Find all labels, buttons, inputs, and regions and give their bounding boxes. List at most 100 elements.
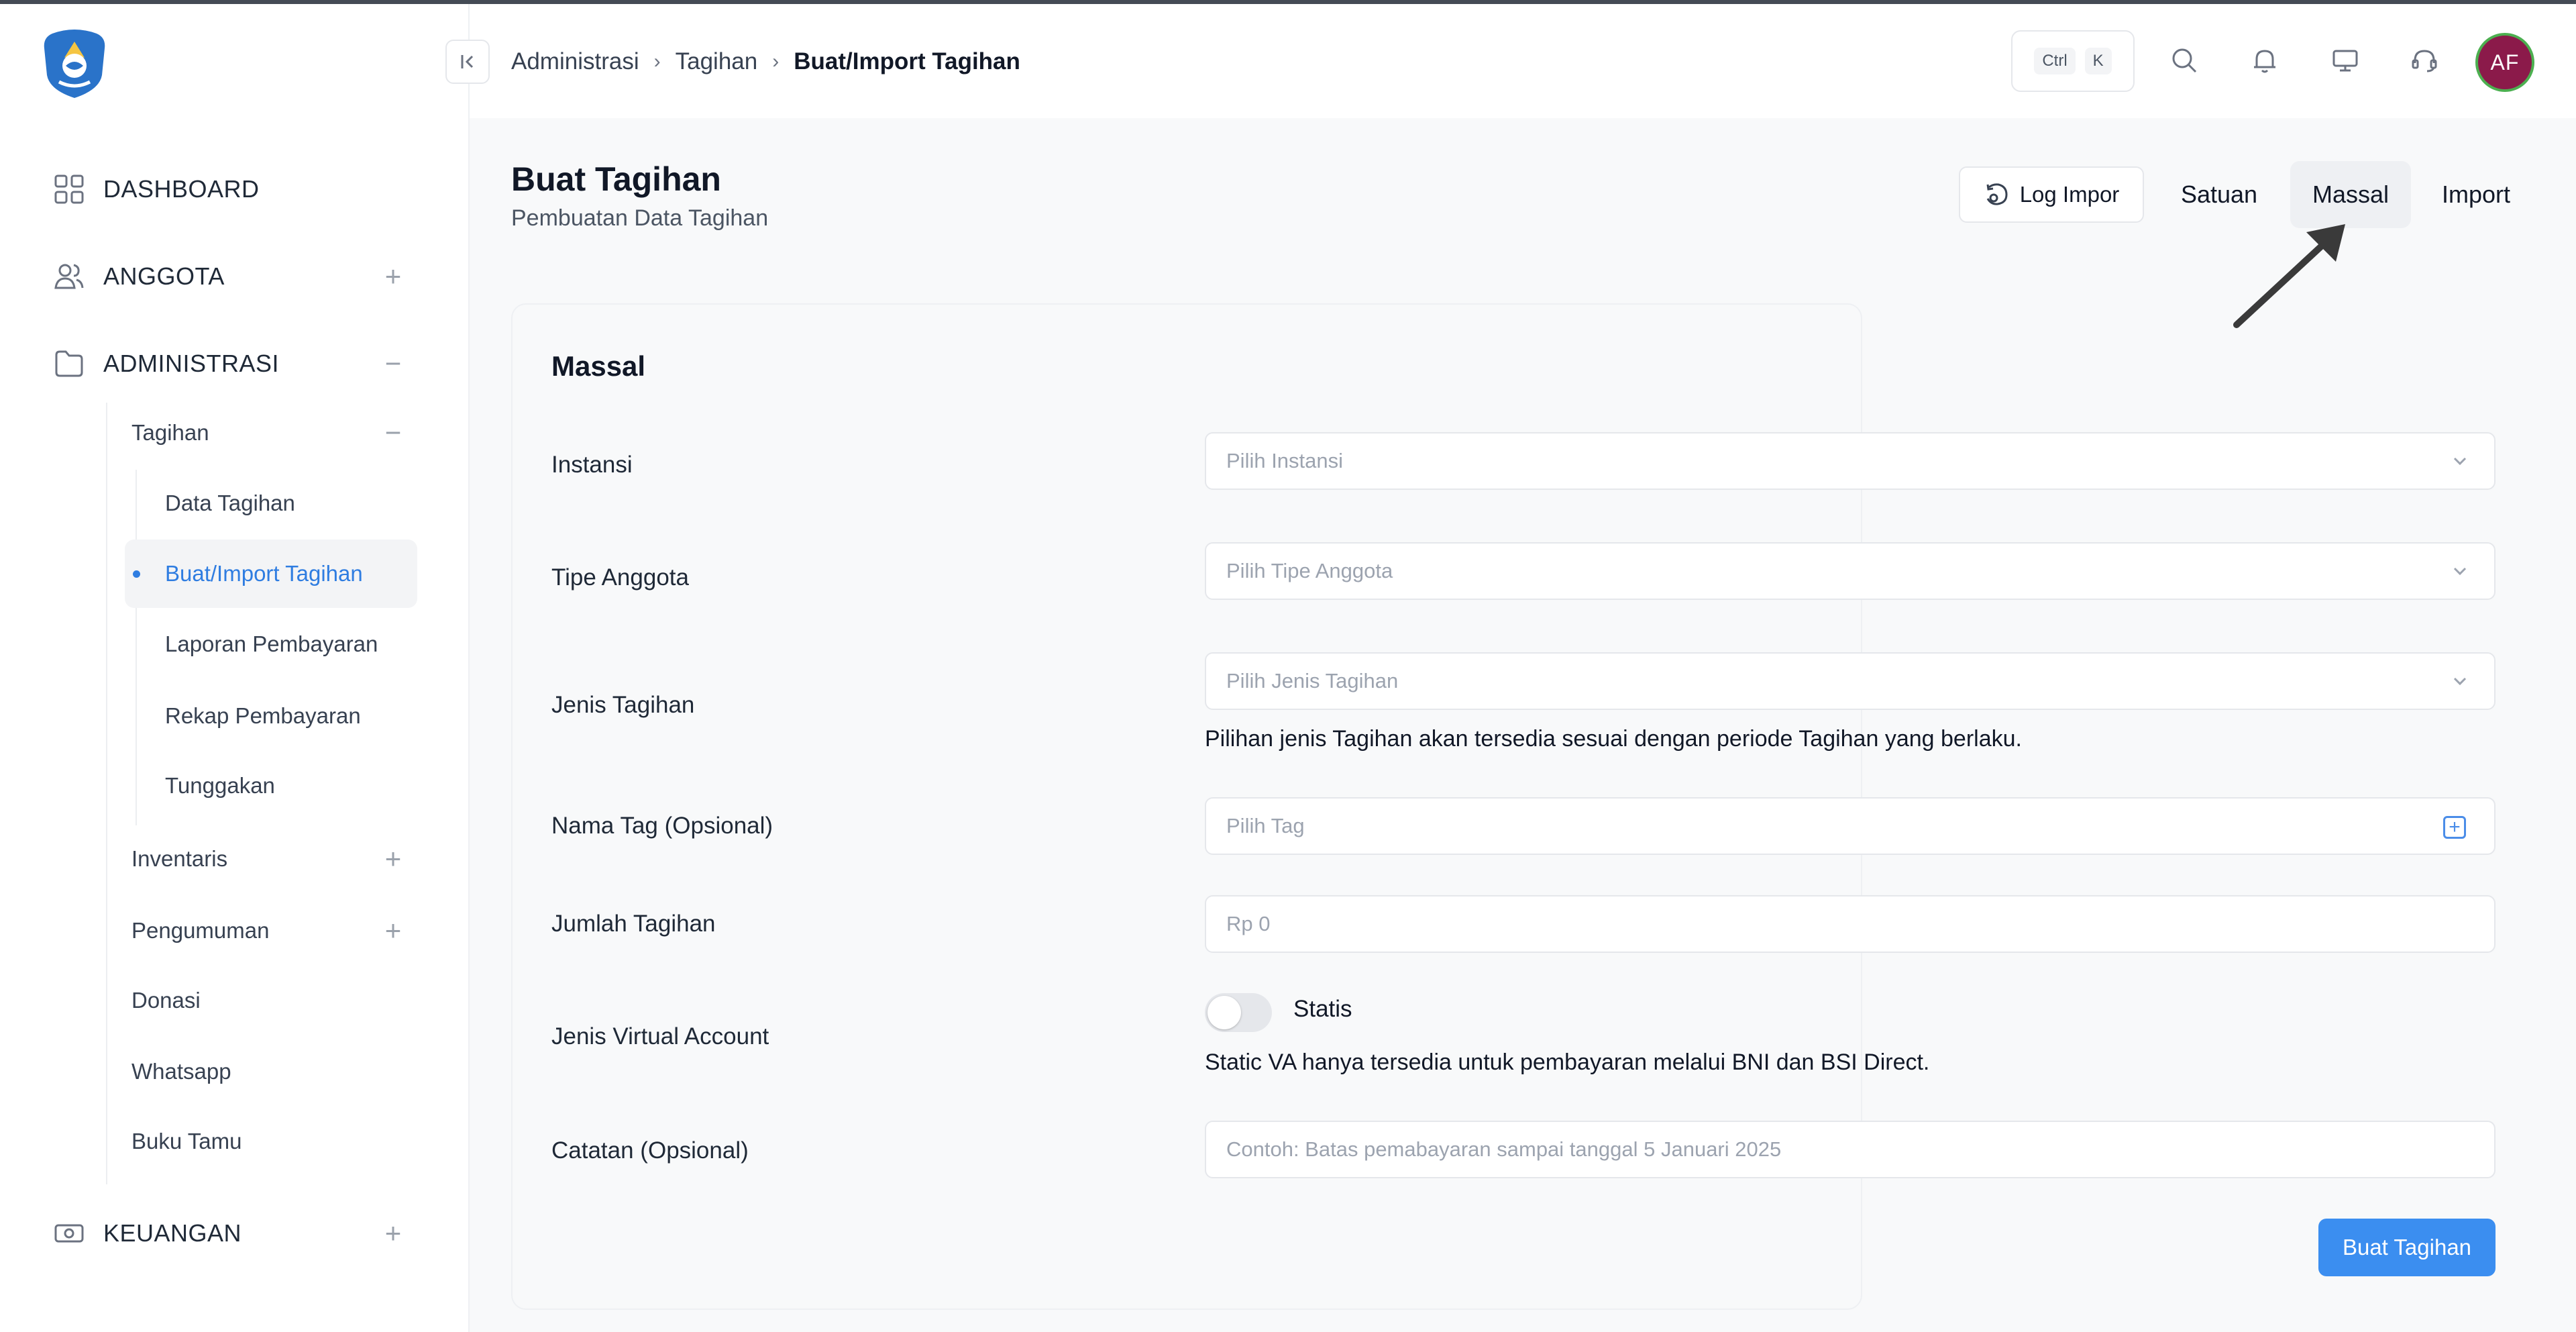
sidebar-item-label: ADMINISTRASI [103, 350, 280, 377]
sidebar-item-label: Inventaris [131, 846, 228, 871]
breadcrumb-tagihan[interactable]: Tagihan [676, 48, 758, 75]
sidebar-item-buat-import-tagihan[interactable]: Buat/Import Tagihan [165, 557, 363, 591]
instansi-select[interactable]: Pilih Instansi [1205, 432, 2496, 490]
command-search-shortcut[interactable]: Ctrl K [2011, 30, 2135, 92]
sidebar-item-label: Whatsapp [131, 1059, 231, 1084]
instansi-placeholder: Pilih Instansi [1226, 449, 1344, 472]
sidebar-item-administrasi[interactable]: ADMINISTRASI [52, 344, 279, 384]
catatan-input[interactable]: Contoh: Batas pemabayaran sampai tanggal… [1205, 1121, 2496, 1178]
sidebar-item-label: KEUANGAN [103, 1219, 242, 1247]
sidebar-item-buku-tamu[interactable]: Buku Tamu [131, 1125, 241, 1158]
page-title: Buat Tagihan [511, 160, 721, 198]
add-tag-icon[interactable]: + [2443, 816, 2466, 839]
sidebar-item-label: Tunggakan [165, 773, 275, 798]
tab-label: Import [2441, 181, 2511, 208]
log-impor-button[interactable]: Log Impor [1959, 166, 2144, 223]
tipe-anggota-select[interactable]: Pilih Tipe Anggota [1205, 542, 2496, 600]
form-title: Massal [551, 350, 646, 382]
sidebar-item-anggota[interactable]: ANGGOTA [52, 256, 225, 297]
collapse-sidebar-button[interactable] [445, 40, 490, 84]
users-icon [52, 260, 86, 293]
log-impor-label: Log Impor [2019, 182, 2120, 207]
collapse-tagihan-icon[interactable]: − [380, 417, 407, 448]
tab-label: Massal [2312, 181, 2390, 208]
sidebar-item-label: Pengumuman [131, 918, 270, 943]
sidebar-item-data-tagihan[interactable]: Data Tagihan [165, 486, 295, 520]
chevron-down-icon [2453, 457, 2467, 466]
sidebar-item-inventaris[interactable]: Inventaris [131, 842, 227, 876]
catatan-placeholder: Contoh: Batas pemabayaran sampai tanggal… [1226, 1137, 1782, 1161]
search-icon[interactable] [2165, 42, 2203, 79]
kbd-k: K [2084, 48, 2112, 74]
sidebar-item-label: Laporan Pembayaran [165, 631, 378, 656]
expand-pengumuman-icon[interactable]: + [380, 915, 407, 946]
collapse-administrasi-icon[interactable]: − [380, 348, 407, 379]
user-avatar[interactable]: AF [2475, 33, 2534, 92]
sidebar-item-rekap-pembayaran[interactable]: Rekap Pembayaran [165, 699, 361, 733]
jenis-tagihan-select[interactable]: Pilih Jenis Tagihan [1205, 652, 2496, 710]
jenis-tagihan-helper: Pilihan jenis Tagihan akan tersedia sesu… [1205, 726, 2022, 752]
sidebar-item-label: Data Tagihan [165, 491, 295, 515]
sidebar-item-label: DASHBOARD [103, 175, 260, 203]
jumlah-tagihan-input[interactable]: Rp 0 [1205, 895, 2496, 953]
nama-tag-select[interactable]: Pilih Tag + [1205, 797, 2496, 855]
sidebar-item-label: Buku Tamu [131, 1129, 242, 1154]
tab-import[interactable]: Import [2427, 161, 2525, 228]
monitor-icon[interactable] [2326, 42, 2364, 79]
sidebar-item-tagihan[interactable]: Tagihan [131, 416, 209, 450]
sidebar-item-tunggakan[interactable]: Tunggakan [165, 769, 275, 803]
sidebar-item-label: Tagihan [131, 420, 209, 445]
jumlah-tagihan-label: Jumlah Tagihan [551, 911, 716, 937]
sidebar-item-label: Rekap Pembayaran [165, 703, 361, 728]
jenis-tagihan-placeholder: Pilih Jenis Tagihan [1226, 669, 1399, 693]
tree-guide-line [106, 403, 107, 1184]
sidebar-item-label: ANGGOTA [103, 262, 225, 290]
folder-icon [52, 347, 86, 380]
virtual-account-label: Jenis Virtual Account [551, 1023, 769, 1049]
tree-guide-line [136, 470, 137, 825]
jenis-tagihan-label: Jenis Tagihan [551, 692, 695, 718]
expand-inventaris-icon[interactable]: + [380, 843, 407, 874]
sidebar-item-keuangan[interactable]: KEUANGAN [52, 1213, 241, 1253]
sidebar-item-laporan-pembayaran[interactable]: Laporan Pembayaran [165, 627, 378, 661]
chevron-down-icon [2453, 677, 2467, 686]
grid-icon [52, 172, 86, 206]
breadcrumb-current: Buat/Import Tagihan [794, 48, 1020, 74]
chevron-right-icon: › [653, 50, 661, 72]
headset-icon[interactable] [2406, 42, 2443, 79]
page-subtitle: Pembuatan Data Tagihan [511, 205, 769, 231]
tipe-anggota-label: Tipe Anggota [551, 564, 689, 591]
instansi-label: Instansi [551, 452, 633, 478]
money-icon [52, 1217, 86, 1250]
history-icon [1986, 183, 2008, 205]
statis-toggle[interactable] [1205, 993, 1272, 1032]
breadcrumb-administrasi[interactable]: Administrasi [511, 48, 639, 75]
sidebar-item-donasi[interactable]: Donasi [131, 984, 201, 1017]
active-dot [133, 570, 140, 578]
tab-label: Satuan [2180, 181, 2258, 208]
catatan-label: Catatan (Opsional) [551, 1137, 749, 1164]
sidebar-item-pengumuman[interactable]: Pengumuman [131, 914, 269, 947]
app-logo[interactable] [39, 28, 110, 99]
chevron-right-icon: › [772, 50, 780, 72]
virtual-account-helper: Static VA hanya tersedia untuk pembayara… [1205, 1049, 1930, 1075]
nama-tag-placeholder: Pilih Tag [1226, 814, 1305, 837]
tipe-anggota-placeholder: Pilih Tipe Anggota [1226, 559, 1393, 582]
sidebar-item-whatsapp[interactable]: Whatsapp [131, 1055, 231, 1088]
collapse-left-icon [461, 55, 474, 68]
expand-keuangan-icon[interactable]: + [380, 1217, 407, 1249]
breadcrumb: Administrasi › Tagihan › Buat/Import Tag… [511, 44, 1020, 79]
sidebar-item-label: Buat/Import Tagihan [165, 561, 363, 586]
annotation-arrow-icon [2233, 224, 2345, 328]
bell-icon[interactable] [2246, 42, 2284, 79]
statis-toggle-label: Statis [1293, 996, 1352, 1022]
buat-tagihan-button[interactable]: Buat Tagihan [2318, 1219, 2496, 1276]
expand-anggota-icon[interactable]: + [380, 260, 407, 292]
toggle-knob [1208, 996, 1241, 1029]
sidebar-item-label: Donasi [131, 988, 201, 1013]
jumlah-tagihan-placeholder: Rp 0 [1226, 912, 1271, 935]
kbd-ctrl: Ctrl [2034, 48, 2076, 74]
sidebar-item-dashboard[interactable]: DASHBOARD [52, 169, 260, 209]
chevron-down-icon [2453, 567, 2467, 576]
nama-tag-label: Nama Tag (Opsional) [551, 813, 773, 839]
